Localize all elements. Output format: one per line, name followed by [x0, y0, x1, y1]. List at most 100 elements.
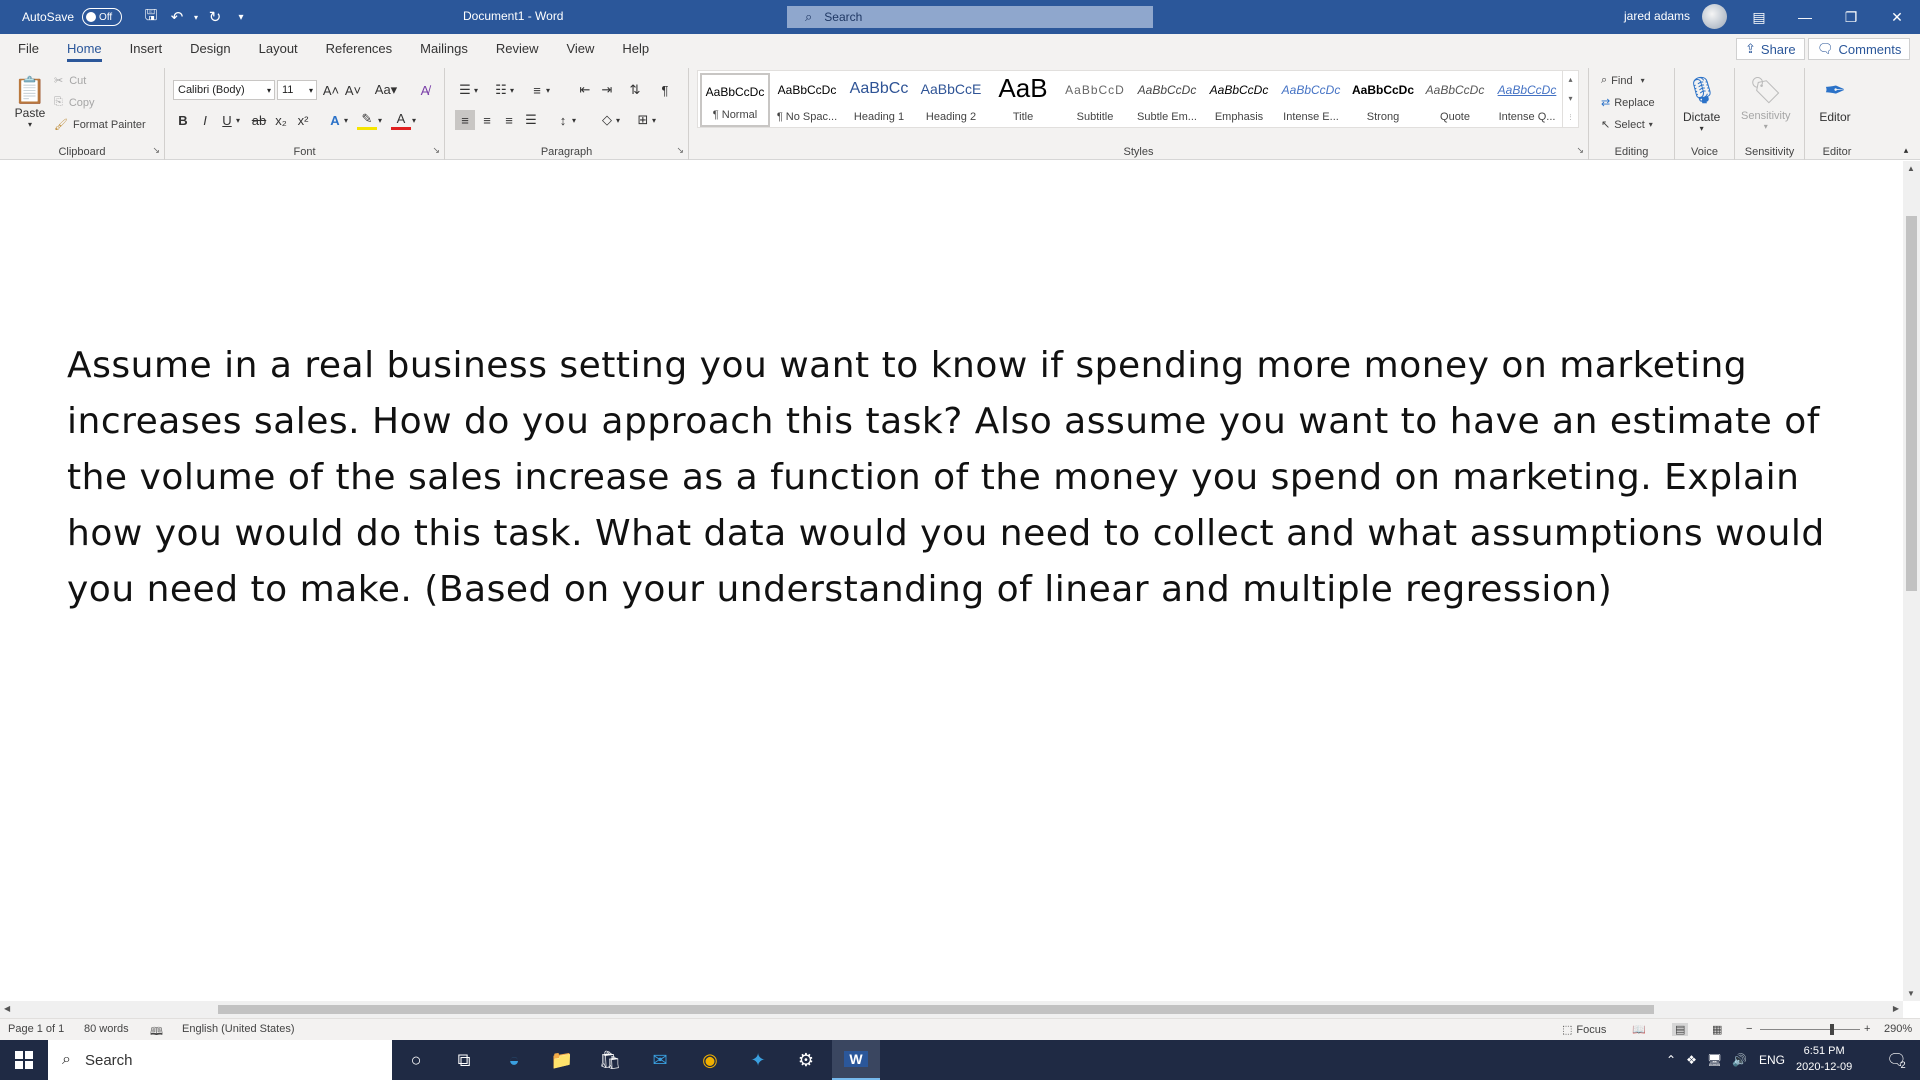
chevron-down-icon[interactable]: ▾ [471, 80, 481, 100]
subscript-icon[interactable]: x₂ [271, 110, 291, 130]
tab-layout[interactable]: Layout [245, 34, 312, 64]
chevron-down-icon[interactable]: ▾ [613, 110, 623, 130]
tab-view[interactable]: View [552, 34, 608, 64]
dropbox-icon[interactable]: ❖ [1686, 1053, 1697, 1067]
chevron-down-icon[interactable]: ▾ [507, 80, 517, 100]
font-size-combo[interactable]: 11 ▾ [277, 80, 317, 100]
dialog-launcher-icon[interactable]: ↘ [152, 145, 160, 156]
steam-icon[interactable]: ⚙ [782, 1040, 830, 1080]
tab-references[interactable]: References [312, 34, 406, 64]
user-name[interactable]: jared adams [1624, 9, 1690, 23]
editor-button[interactable]: ✒ Editor [1817, 72, 1853, 125]
minimize-icon[interactable]: — [1782, 0, 1828, 34]
print-layout-icon[interactable]: ▤ [1672, 1023, 1689, 1036]
chevron-up-icon[interactable]: ▴ [1568, 75, 1572, 84]
focus-button[interactable]: ⬚ Focus [1562, 1023, 1606, 1036]
clear-formatting-icon[interactable]: A̸ [415, 80, 435, 100]
undo-icon[interactable]: ↶ [164, 4, 190, 30]
style-strong[interactable]: AaBbCcDc Strong [1348, 73, 1418, 127]
close-icon[interactable]: ✕ [1874, 0, 1920, 34]
horizontal-scroll-thumb[interactable] [218, 1005, 1654, 1014]
style-subtitle[interactable]: AaBbCcD Subtitle [1060, 73, 1130, 127]
select-button[interactable]: ↖ Select ▾ [1601, 118, 1653, 132]
style-emphasis[interactable]: AaBbCcDc Emphasis [1204, 73, 1274, 127]
align-center-icon[interactable]: ≡ [477, 110, 497, 130]
scroll-up-icon[interactable]: ▲ [1907, 164, 1915, 173]
align-right-icon[interactable]: ≡ [499, 110, 519, 130]
windows-start-icon[interactable] [0, 1040, 48, 1080]
chevron-down-icon[interactable]: ▾ [543, 80, 553, 100]
justify-icon[interactable]: ☰ [521, 110, 541, 130]
taskbar-search-input[interactable]: ⌕ Search [48, 1040, 392, 1080]
style-heading-1[interactable]: AaBbCc Heading 1 [844, 73, 914, 127]
avatar[interactable] [1702, 4, 1727, 29]
bold-icon[interactable]: B [173, 110, 193, 130]
replace-button[interactable]: ⇄ Replace [1601, 96, 1655, 110]
document-body-text[interactable]: Assume in a real business setting you wa… [67, 338, 1847, 618]
font-name-combo[interactable]: Calibri (Body) ▾ [173, 80, 275, 100]
paste-button[interactable]: 📋 Paste ▾ [12, 72, 48, 130]
autosave-toggle[interactable]: Off [82, 8, 123, 26]
chevron-down-icon[interactable]: ▾ [341, 110, 351, 130]
superscript-icon[interactable]: x² [293, 110, 313, 130]
chrome-icon[interactable]: ◉ [686, 1040, 734, 1080]
highlight-icon[interactable]: ✎ [357, 110, 377, 130]
clock[interactable]: 6:51 PM 2020-12-09 [1796, 1043, 1852, 1075]
decrease-indent-icon[interactable]: ⇤ [575, 80, 595, 100]
volume-icon[interactable]: 🔊 [1732, 1053, 1747, 1067]
style-subtle-emphasis[interactable]: AaBbCcDc Subtle Em... [1132, 73, 1202, 127]
strikethrough-icon[interactable]: ab [249, 110, 269, 130]
word-count[interactable]: 80 words [84, 1023, 129, 1035]
change-case-icon[interactable]: Aa▾ [371, 80, 401, 100]
format-painter-button[interactable]: 🖌 Format Painter [54, 118, 146, 132]
italic-icon[interactable]: I [195, 110, 215, 130]
find-button[interactable]: ⌕ Find ▾ [1601, 74, 1645, 87]
style-no-spacing[interactable]: AaBbCcDc ¶ No Spac... [772, 73, 842, 127]
customize-qat-icon[interactable]: ▾ [228, 4, 254, 30]
sensitivity-button[interactable]: 🏷 Sensitivity ▾ [1741, 72, 1791, 132]
style-intense-quote[interactable]: AaBbCcDc Intense Q... [1492, 73, 1562, 127]
page-count[interactable]: Page 1 of 1 [8, 1023, 64, 1035]
network-icon[interactable]: 🖥 [1707, 1053, 1722, 1067]
ribbon-display-options-icon[interactable]: ▤ [1736, 0, 1782, 34]
tab-home[interactable]: Home [53, 34, 116, 64]
zoom-in-icon[interactable]: + [1864, 1023, 1870, 1035]
chevron-down-icon[interactable]: ▾ [649, 110, 659, 130]
search-input[interactable]: ⌕ Search [787, 6, 1153, 28]
save-icon[interactable]: 🖫 [138, 4, 164, 30]
zoom-slider[interactable] [1760, 1029, 1860, 1030]
collapse-ribbon-icon[interactable]: ▴ [1896, 140, 1916, 160]
shrink-font-icon[interactable]: A˅ [343, 80, 363, 100]
tab-design[interactable]: Design [176, 34, 244, 64]
cut-button[interactable]: ✂ Cut [54, 74, 86, 88]
vertical-scroll-thumb[interactable] [1906, 216, 1917, 591]
grow-font-icon[interactable]: A˄ [321, 80, 341, 100]
undo-dropdown-icon[interactable]: ▾ [190, 4, 202, 30]
redo-icon[interactable]: ↻ [202, 4, 228, 30]
horizontal-scrollbar[interactable]: ◀ ▶ [0, 1001, 1903, 1018]
dialog-launcher-icon[interactable]: ↘ [676, 145, 684, 156]
increase-indent-icon[interactable]: ⇥ [597, 80, 617, 100]
notifications-icon[interactable]: 🗨 2 [1872, 1040, 1920, 1080]
tab-review[interactable]: Review [482, 34, 553, 64]
scroll-left-icon[interactable]: ◀ [4, 1004, 10, 1013]
style-heading-2[interactable]: AaBbCcE Heading 2 [916, 73, 986, 127]
task-view-icon[interactable]: ⧉ [440, 1040, 488, 1080]
file-explorer-icon[interactable]: 📁 [538, 1040, 586, 1080]
read-mode-icon[interactable]: 📖 [1632, 1023, 1646, 1036]
sort-icon[interactable]: ⇅ [625, 80, 645, 100]
dialog-launcher-icon[interactable]: ↘ [432, 145, 440, 156]
document-page[interactable]: Assume in a real business setting you wa… [0, 161, 1903, 1001]
zoom-out-icon[interactable]: − [1746, 1023, 1752, 1035]
style-intense-emphasis[interactable]: AaBbCcDc Intense E... [1276, 73, 1346, 127]
more-styles-icon[interactable]: ⫶ [1570, 113, 1572, 123]
zoom-level[interactable]: 290% [1884, 1023, 1912, 1035]
chevron-down-icon[interactable]: ▾ [233, 110, 243, 130]
cortana-icon[interactable]: ○ [392, 1040, 440, 1080]
edge-icon[interactable]: ◒ [490, 1040, 538, 1080]
vertical-scrollbar[interactable]: ▲ ▼ [1903, 161, 1920, 1001]
copy-button[interactable]: ⎘ Copy [54, 96, 95, 109]
scroll-right-icon[interactable]: ▶ [1893, 1004, 1899, 1013]
tab-insert[interactable]: Insert [116, 34, 177, 64]
chevron-down-icon[interactable]: ▾ [569, 110, 579, 130]
